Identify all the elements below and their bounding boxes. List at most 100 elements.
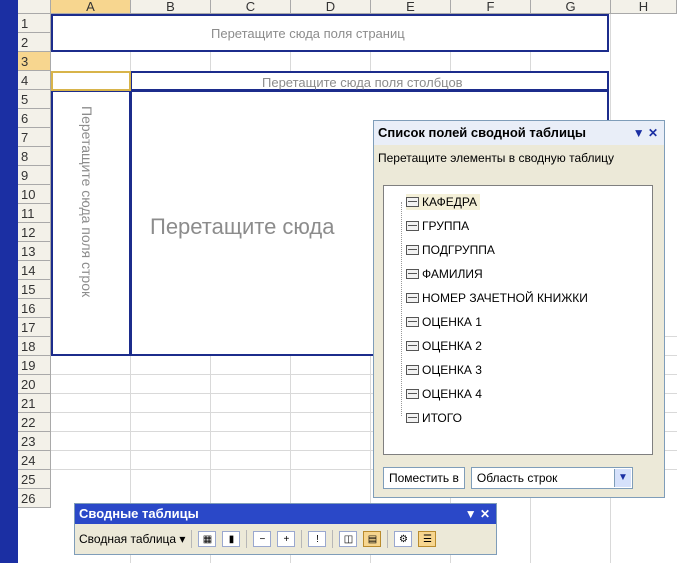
row-header-19[interactable]: 19 (18, 356, 51, 375)
place-in-button[interactable]: Поместить в (383, 467, 465, 489)
row-header-21[interactable]: 21 (18, 394, 51, 413)
panel-title-text: Список полей сводной таблицы (378, 125, 587, 140)
row-fields-drop-area[interactable]: Перетащите сюда поля строк (51, 90, 131, 356)
area-select-value: Область строк (476, 471, 558, 485)
page-fields-hint: Перетащите сюда поля страниц (211, 26, 405, 41)
field-icon (406, 221, 419, 231)
column-header-a[interactable]: A (51, 0, 131, 14)
dropdown-icon[interactable]: ▼ (633, 126, 645, 140)
select-all-corner[interactable] (18, 0, 51, 14)
column-header-c[interactable]: C (211, 0, 291, 14)
pivot-table-toolbar: Сводные таблицы ▼ ✕ Сводная таблица ▾ ▦ … (74, 503, 497, 555)
column-header-b[interactable]: B (131, 0, 211, 14)
column-header-f[interactable]: F (451, 0, 531, 14)
chevron-down-icon[interactable]: ▼ (613, 469, 631, 487)
row-header-25[interactable]: 25 (18, 470, 51, 489)
area-select[interactable]: Область строк ▼ (470, 467, 633, 489)
pivot-table-menu-label: Сводная таблица (79, 532, 177, 546)
field-item[interactable]: ПОДГРУППА (406, 242, 495, 258)
field-label: НОМЕР ЗАЧЕТНОЙ КНИЖКИ (422, 291, 588, 305)
panel-title: Список полей сводной таблицы ▼ ✕ (374, 121, 664, 145)
row-header-20[interactable]: 20 (18, 375, 51, 394)
page-fields-drop-area[interactable]: Перетащите сюда поля страниц (51, 14, 609, 52)
field-item[interactable]: ИТОГО (406, 410, 462, 426)
field-item[interactable]: ОЦЕНКА 4 (406, 386, 482, 402)
row-header-13[interactable]: 13 (18, 242, 51, 261)
panel-footer: Поместить в Область строк ▼ (383, 467, 657, 491)
row-header-9[interactable]: 9 (18, 166, 51, 185)
row-header-23[interactable]: 23 (18, 432, 51, 451)
column-header-d[interactable]: D (291, 0, 371, 14)
field-icon (406, 245, 419, 255)
row-header-6[interactable]: 6 (18, 109, 51, 128)
field-icon (406, 365, 419, 375)
field-icon (406, 269, 419, 279)
column-header-g[interactable]: G (531, 0, 611, 14)
row-header-2[interactable]: 2 (18, 33, 51, 52)
show-detail-icon[interactable]: + (277, 531, 296, 547)
row-header-7[interactable]: 7 (18, 128, 51, 147)
column-header-h[interactable]: H (611, 0, 677, 14)
field-item[interactable]: ОЦЕНКА 1 (406, 314, 482, 330)
close-icon[interactable]: ✕ (480, 507, 490, 521)
toolbar-title-text: Сводные таблицы (79, 506, 199, 521)
field-icon (406, 341, 419, 351)
row-header-15[interactable]: 15 (18, 280, 51, 299)
format-report-icon[interactable]: ▦ (198, 531, 217, 547)
toolbar-separator (332, 530, 334, 548)
field-label: ГРУППА (422, 219, 470, 233)
row-fields-hint: Перетащите сюда поля строк (79, 106, 95, 298)
row-header-12[interactable]: 12 (18, 223, 51, 242)
field-label: ОЦЕНКА 4 (422, 387, 482, 401)
field-icon (406, 293, 419, 303)
row-header-10[interactable]: 10 (18, 185, 51, 204)
row-header-22[interactable]: 22 (18, 413, 51, 432)
row-header-4[interactable]: 4 (18, 71, 51, 90)
field-label: ФАМИЛИЯ (422, 267, 483, 281)
row-header-18[interactable]: 18 (18, 337, 51, 356)
row-header-17[interactable]: 17 (18, 318, 51, 337)
row-header-26[interactable]: 26 (18, 489, 51, 508)
field-icon (406, 317, 419, 327)
refresh-data-icon[interactable]: ! (308, 531, 327, 547)
row-header-3[interactable]: 3 (18, 52, 51, 71)
data-items-hint: Перетащите сюда (150, 214, 335, 239)
panel-subtitle: Перетащите элементы в сводную таблицу (378, 151, 615, 165)
always-display-items-icon[interactable]: ▤ (363, 531, 382, 547)
row-header-8[interactable]: 8 (18, 147, 51, 166)
row-header-24[interactable]: 24 (18, 451, 51, 470)
toolbar-separator (387, 530, 389, 548)
toolbar-separator (301, 530, 303, 548)
field-label: ОЦЕНКА 2 (422, 339, 482, 353)
row-header-14[interactable]: 14 (18, 261, 51, 280)
dropdown-icon[interactable]: ▼ (465, 507, 477, 521)
active-cell[interactable] (51, 71, 131, 91)
pivot-table-menu[interactable]: Сводная таблица ▾ (79, 532, 185, 546)
row-header-16[interactable]: 16 (18, 299, 51, 318)
include-hidden-items-icon[interactable]: ◫ (339, 531, 358, 547)
row-header-5[interactable]: 5 (18, 90, 51, 109)
field-item[interactable]: НОМЕР ЗАЧЕТНОЙ КНИЖКИ (406, 290, 588, 306)
column-fields-drop-area[interactable]: Перетащите сюда поля столбцов (130, 71, 609, 91)
hide-detail-icon[interactable]: − (253, 531, 272, 547)
field-list-icon[interactable]: ☰ (418, 531, 437, 547)
toolbar-row: Сводная таблица ▾ ▦ ▮ − + ! ◫ ▤ ⚙ ☰ (75, 524, 496, 554)
field-item[interactable]: ГРУППА (406, 218, 469, 234)
field-label: ОЦЕНКА 3 (422, 363, 482, 377)
field-item[interactable]: КАФЕДРА (406, 194, 481, 210)
tree-connector (401, 202, 403, 416)
field-icon (406, 197, 419, 207)
row-header-11[interactable]: 11 (18, 204, 51, 223)
field-label: ОЦЕНКА 1 (422, 315, 482, 329)
field-icon (406, 413, 419, 423)
field-settings-icon[interactable]: ⚙ (394, 531, 413, 547)
field-item[interactable]: ФАМИЛИЯ (406, 266, 483, 282)
chart-wizard-icon[interactable]: ▮ (222, 531, 241, 547)
field-item[interactable]: ОЦЕНКА 2 (406, 338, 482, 354)
row-header-1[interactable]: 1 (18, 14, 51, 33)
close-icon[interactable]: ✕ (648, 126, 658, 140)
field-label: ИТОГО (422, 411, 462, 425)
column-header-e[interactable]: E (371, 0, 451, 14)
pivot-field-list-panel: Список полей сводной таблицы ▼ ✕ Перетащ… (373, 120, 665, 498)
field-item[interactable]: ОЦЕНКА 3 (406, 362, 482, 378)
